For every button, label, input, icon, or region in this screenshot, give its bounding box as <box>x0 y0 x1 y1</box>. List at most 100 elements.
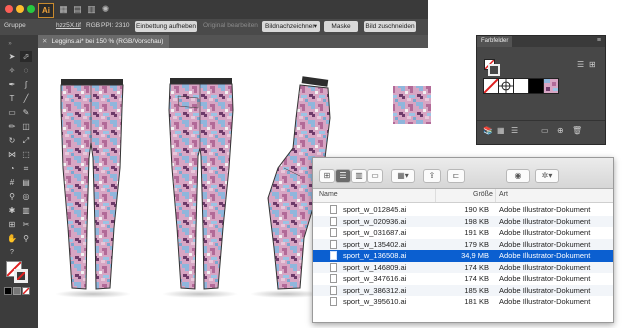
gradient-tool-icon[interactable]: ▤ <box>20 177 32 188</box>
file-name: sport_w_020936.ai <box>343 216 407 226</box>
panel-menu-icon[interactable]: ≡ <box>597 37 601 44</box>
file-row[interactable]: sport_w_146809.ai 174 KB Adobe Illustrator… <box>313 261 613 273</box>
ppi-label: PPI: 2310 <box>101 22 130 29</box>
help-icon[interactable]: ? <box>6 247 18 258</box>
gpu-icon[interactable]: ✺ <box>100 4 111 15</box>
crop-image-button[interactable]: Bild zuschneiden <box>364 21 416 32</box>
arrange-documents-icon[interactable]: ▥ <box>86 4 97 15</box>
scale-tool-icon[interactable]: ⤢ <box>20 135 32 146</box>
free-transform-tool-icon[interactable]: ⬚ <box>20 149 32 160</box>
file-row[interactable]: sport_w_386312.ai 185 KB Adobe Illustrator… <box>313 284 613 296</box>
ai-file-icon <box>330 216 337 226</box>
column-header-name[interactable]: Name <box>319 191 338 198</box>
file-size: 191 KB <box>464 228 489 237</box>
file-name: sport_w_012845.ai <box>343 205 407 214</box>
rotate-tool-icon[interactable]: ↻ <box>6 135 18 146</box>
legging-front[interactable] <box>55 79 131 298</box>
curvature-tool-icon[interactable]: ∫ <box>20 79 32 90</box>
document-tab[interactable]: ✕ Leggins.ai* bei 150 % (RGB/Vorschau) <box>38 35 170 48</box>
pencil-tool-icon[interactable]: ✏ <box>6 121 18 132</box>
slice-tool-icon[interactable]: ✂ <box>20 219 32 230</box>
direct-selection-tool-icon[interactable]: ⬀ <box>20 51 32 62</box>
stock-icon[interactable]: ▤ <box>72 4 83 15</box>
line-tool-icon[interactable]: ╱ <box>20 93 32 104</box>
file-row-selected[interactable]: sport_w_136508.ai 34,9 MB Adobe Illustrato… <box>313 250 613 262</box>
none-mode-button[interactable] <box>22 287 30 295</box>
file-row[interactable]: sport_w_135402.ai 179 KB Adobe Illustrator… <box>313 238 613 250</box>
hand-tool-icon[interactable]: ✋ <box>6 233 18 244</box>
show-kinds-icon[interactable]: ▦ <box>497 126 505 135</box>
close-icon[interactable] <box>5 5 13 13</box>
image-trace-button[interactable]: Bildnachzeichner ▾ <box>262 21 320 32</box>
mask-button[interactable]: Maske <box>324 21 358 32</box>
swatch-none[interactable] <box>483 78 499 94</box>
eye-icon[interactable]: ◉ <box>506 169 530 183</box>
lasso-tool-icon[interactable]: ◌ <box>20 65 32 76</box>
close-tab-icon[interactable]: ✕ <box>42 38 47 45</box>
shape-builder-tool-icon[interactable]: ◔ <box>6 163 18 174</box>
artboard-tool-icon[interactable]: ⊞ <box>6 219 18 230</box>
perspective-grid-tool-icon[interactable]: ⌗ <box>20 163 32 174</box>
none-icon <box>23 288 29 294</box>
column-header-kind[interactable]: Art <box>499 191 508 198</box>
icon-view-icon[interactable]: ⊞ <box>319 169 335 183</box>
file-row[interactable]: sport_w_012845.ai 190 KB Adobe Illustrator… <box>313 204 613 216</box>
registration-icon <box>499 79 513 93</box>
swatch-options-icon[interactable]: ☰ <box>511 126 518 135</box>
symbol-sprayer-tool-icon[interactable]: ✱ <box>6 205 18 216</box>
zoom-icon[interactable] <box>27 5 35 13</box>
cover-flow-icon[interactable]: ▭ <box>367 169 383 183</box>
zoom-tool-icon[interactable]: ⚲ <box>20 233 32 244</box>
bridge-icon[interactable]: ▦ <box>58 4 69 15</box>
selection-tool-icon[interactable]: ➤ <box>6 51 18 62</box>
width-tool-icon[interactable]: ⋈ <box>6 149 18 160</box>
pattern-tile[interactable] <box>393 86 431 124</box>
swatches-tab[interactable]: Farbfelder <box>477 36 513 47</box>
ai-file-icon <box>330 239 337 249</box>
file-row[interactable]: sport_w_347616.ai 174 KB Adobe Illustrator… <box>313 273 613 285</box>
pattern-swatch-preview <box>544 79 558 93</box>
magic-wand-tool-icon[interactable]: ✧ <box>6 65 18 76</box>
column-view-icon[interactable]: ▥ <box>351 169 367 183</box>
delete-swatch-icon[interactable]: 🗑 <box>572 126 582 135</box>
type-tool-icon[interactable]: T <box>6 93 18 104</box>
column-header-size[interactable]: Größe <box>473 191 493 198</box>
swatch-registration[interactable] <box>498 78 514 94</box>
gradient-mode-button[interactable] <box>13 287 21 295</box>
linked-file-link[interactable]: hzz5X.tif <box>56 22 81 29</box>
rectangle-tool-icon[interactable]: ▭ <box>6 107 18 118</box>
edit-original-button[interactable]: Original bearbeiten <box>203 22 258 29</box>
legging-back[interactable] <box>162 78 238 298</box>
share-icon[interactable]: ⇪ <box>423 169 441 183</box>
file-row[interactable]: sport_w_031687.ai 191 KB Adobe Illustrator… <box>313 227 613 239</box>
eraser-tool-icon[interactable]: ◫ <box>20 121 32 132</box>
list-view-icon[interactable]: ☰ <box>335 169 351 183</box>
pen-tool-icon[interactable]: ✒ <box>6 79 18 90</box>
stroke-indicator[interactable] <box>488 64 500 76</box>
column-divider <box>495 189 496 202</box>
swatch-black[interactable] <box>528 78 544 94</box>
file-kind: Adobe Illustrator-Dokument <box>499 228 591 237</box>
eyedropper-tool-icon[interactable]: ⚲ <box>6 191 18 202</box>
arrange-icon[interactable]: ▦▾ <box>391 169 415 183</box>
column-graph-tool-icon[interactable]: ▥ <box>20 205 32 216</box>
file-size: 198 KB <box>464 216 489 226</box>
color-mode-button[interactable] <box>4 287 12 295</box>
file-row[interactable]: sport_w_395610.ai 181 KB Adobe Illustrator… <box>313 296 613 308</box>
minimize-icon[interactable] <box>16 5 24 13</box>
paintbrush-tool-icon[interactable]: ✎ <box>20 107 32 118</box>
new-swatch-icon[interactable]: ⊕ <box>557 126 564 135</box>
swatch-library-icon[interactable]: 📚 <box>483 126 493 135</box>
gear-icon[interactable]: ✲▾ <box>535 169 559 183</box>
swatch-pattern[interactable] <box>543 78 559 94</box>
list-view-icon[interactable]: ☰ <box>577 60 584 69</box>
blend-tool-icon[interactable]: ◎ <box>20 191 32 202</box>
file-row[interactable]: sport_w_020936.ai 198 KB Adobe Illustrator… <box>313 215 613 227</box>
new-color-group-icon[interactable]: ▭ <box>541 126 549 135</box>
grid-view-icon[interactable]: ⊞ <box>589 60 596 69</box>
swatch-white[interactable] <box>513 78 529 94</box>
mesh-tool-icon[interactable]: # <box>6 177 18 188</box>
tag-icon[interactable]: ⊏ <box>447 169 465 183</box>
embed-button[interactable]: Einbettung aufheben <box>135 21 197 32</box>
stroke-swatch[interactable] <box>14 269 28 283</box>
